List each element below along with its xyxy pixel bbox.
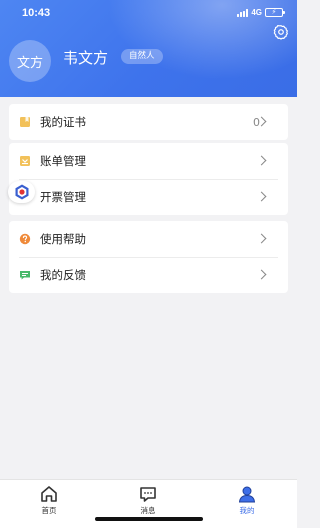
profile-header: 10:43 4G ⚡ 文方 韦文方 自然人 [0, 0, 297, 97]
status-time: 10:43 [22, 7, 51, 19]
status-indicators: 4G ⚡ [237, 8, 285, 17]
tab-messages[interactable]: 消息 [118, 483, 178, 515]
menu-item-label: 我的反馈 [40, 268, 86, 282]
menu-item-bill-management[interactable]: 账单管理 [9, 143, 288, 179]
chevron-right-icon [256, 191, 267, 202]
hexagon-logo-icon [15, 184, 28, 200]
certificate-icon [20, 117, 30, 127]
tab-label: 消息 [140, 506, 156, 515]
chevron-right-icon [256, 269, 267, 280]
tab-label: 我的 [239, 506, 255, 515]
support-card: 使用帮助 我的反馈 [9, 221, 288, 293]
menu-item-label: 账单管理 [40, 154, 86, 168]
tab-mine[interactable]: 我的 [217, 483, 277, 515]
billing-card: 账单管理 开票管理 [9, 143, 288, 215]
tab-home[interactable]: 首页 [19, 483, 79, 515]
network-label: 4G [251, 8, 262, 17]
battery-charging-glyph: ⚡ [271, 8, 277, 16]
signal-icon [237, 8, 249, 17]
home-icon [41, 486, 57, 502]
certificate-card: 我的证书 0 [9, 104, 288, 140]
status-bar: 10:43 4G ⚡ [0, 0, 297, 26]
menu-item-label: 开票管理 [40, 190, 86, 204]
avatar[interactable]: 文方 [9, 40, 51, 82]
chevron-right-icon [256, 233, 267, 244]
home-indicator [95, 517, 203, 521]
bill-icon [20, 156, 30, 166]
profile-icon [238, 486, 256, 503]
floating-assistant-button[interactable] [8, 181, 35, 203]
menu-item-invoice-management[interactable]: 开票管理 [9, 179, 288, 215]
message-icon [140, 487, 156, 502]
identity-badge: 自然人 [121, 49, 163, 64]
battery-icon: ⚡ [265, 8, 285, 17]
chevron-right-icon [256, 155, 267, 166]
menu-item-usage-help[interactable]: 使用帮助 [9, 221, 288, 257]
settings-gear-icon[interactable] [273, 24, 289, 40]
menu-item-my-certificates[interactable]: 我的证书 0 [9, 104, 288, 140]
user-name: 韦文方 [63, 49, 109, 67]
menu-item-label: 使用帮助 [40, 232, 86, 246]
help-icon [19, 233, 31, 245]
feedback-icon [20, 271, 30, 280]
menu-item-my-feedback[interactable]: 我的反馈 [9, 257, 288, 293]
menu-item-label: 我的证书 [40, 115, 86, 129]
tab-label: 首页 [41, 506, 57, 515]
